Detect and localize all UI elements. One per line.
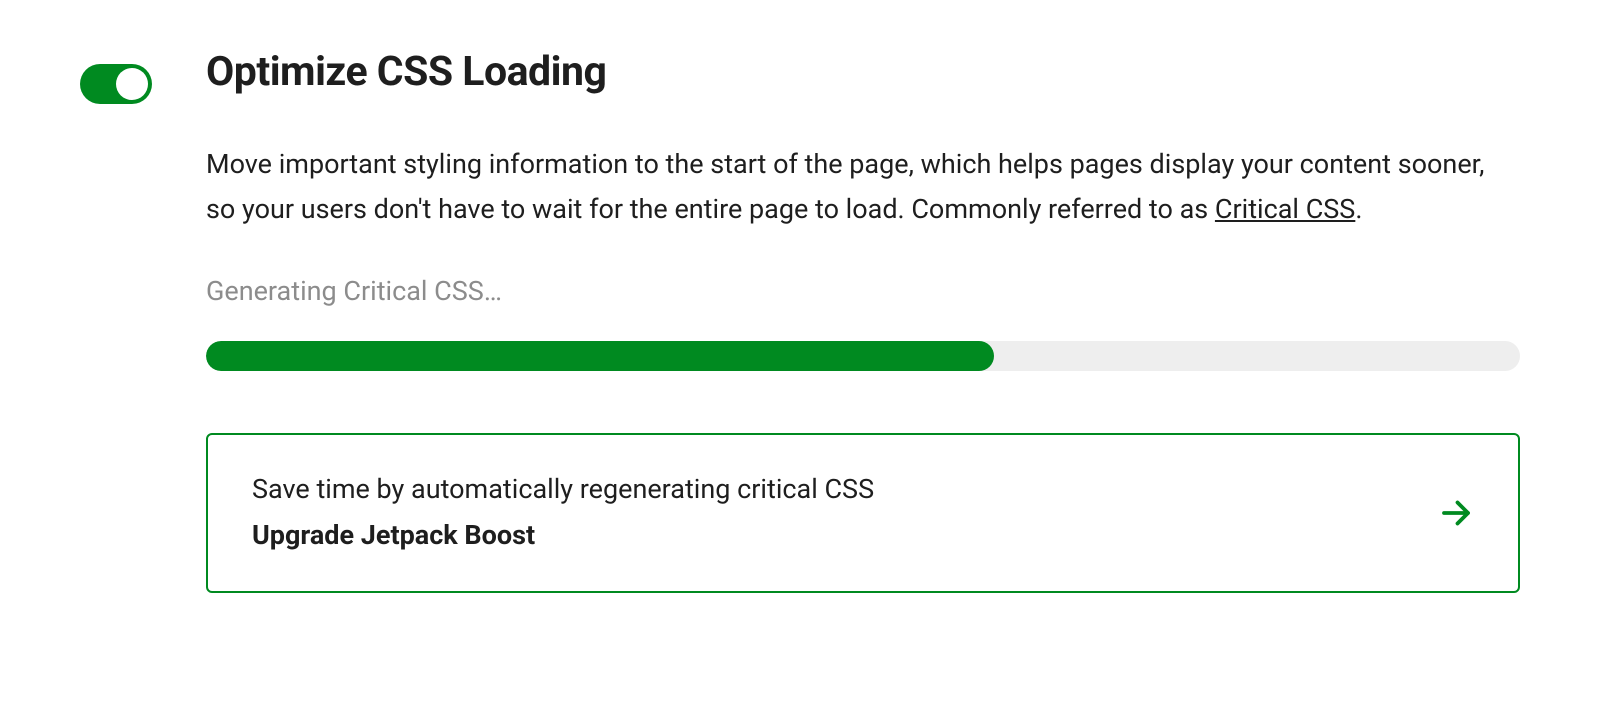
upgrade-card[interactable]: Save time by automatically regenerating …	[206, 433, 1520, 593]
critical-css-link[interactable]: Critical CSS	[1215, 193, 1355, 225]
progress-fill	[206, 341, 994, 371]
progress-bar	[206, 341, 1520, 371]
generation-status: Generating Critical CSS…	[206, 275, 1520, 307]
upgrade-text: Save time by automatically regenerating …	[252, 467, 874, 559]
setting-description: Move important styling information to th…	[206, 142, 1520, 231]
optimize-css-toggle[interactable]	[80, 64, 152, 104]
arrow-right-icon	[1438, 495, 1474, 531]
setting-title: Optimize CSS Loading	[206, 48, 1520, 96]
upgrade-line2: Upgrade Jetpack Boost	[252, 513, 874, 559]
description-suffix: .	[1355, 193, 1362, 225]
setting-content: Optimize CSS Loading Move important styl…	[206, 48, 1520, 593]
upgrade-line1: Save time by automatically regenerating …	[252, 467, 874, 513]
toggle-knob	[116, 68, 148, 100]
